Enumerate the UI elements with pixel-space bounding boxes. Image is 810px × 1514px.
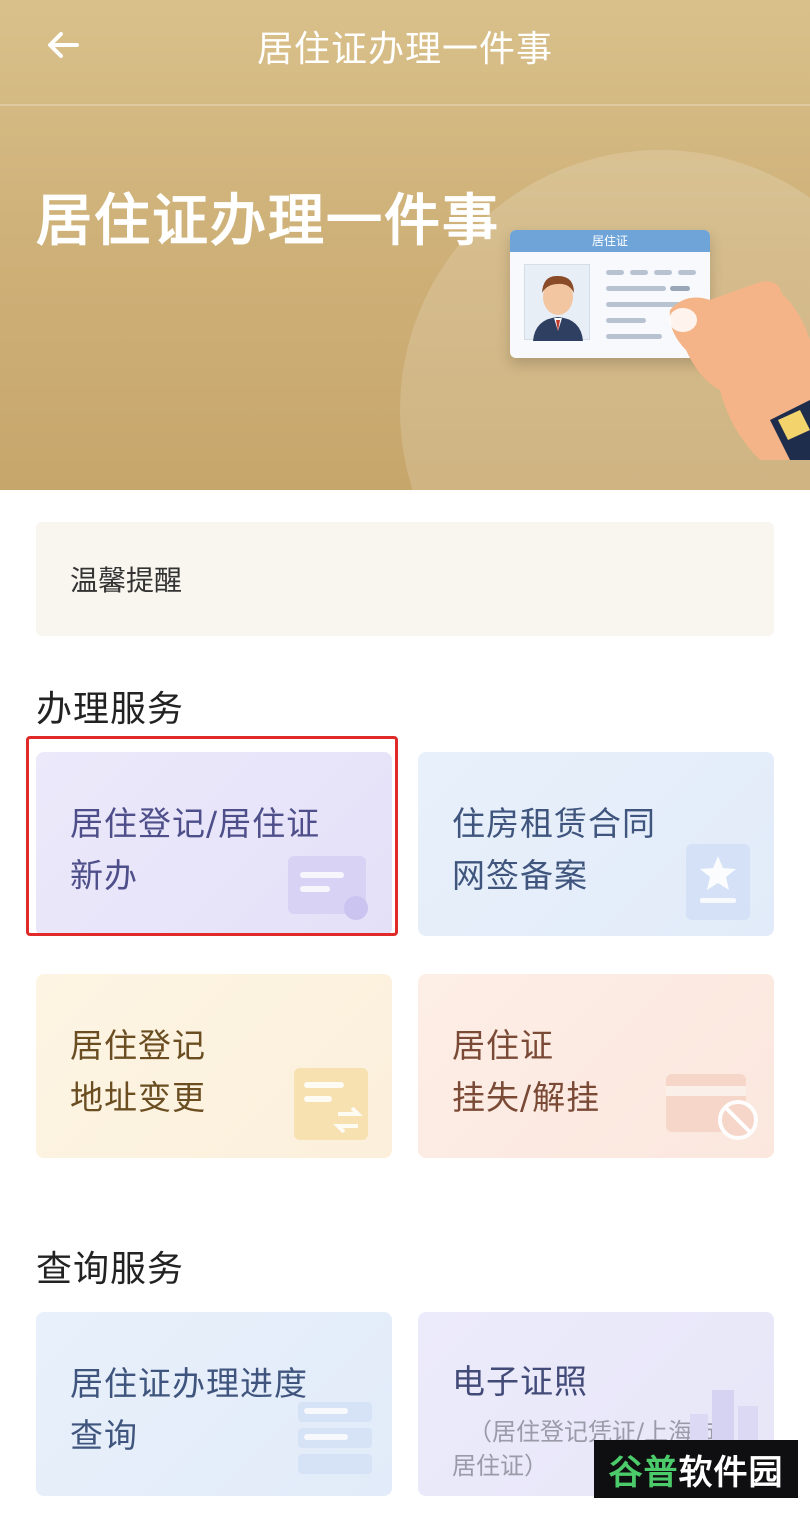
service-card-label: 居住证 挂失/解挂 — [452, 1026, 601, 1117]
service-card-lease-contract[interactable]: 住房租赁合同 网签备案 — [418, 752, 774, 936]
hand-icon — [669, 281, 810, 460]
top-bar: 居住证办理一件事 — [0, 0, 810, 106]
reminder-label: 温馨提醒 — [70, 564, 183, 597]
query-card-subtitle-2: 居住证） — [452, 1452, 548, 1480]
service-card-label: 居住登记 地址变更 — [70, 1026, 206, 1117]
portrait-icon — [524, 264, 590, 341]
service-card-label: 居住登记/居住证 新办 — [70, 804, 321, 895]
banner-title: 居住证办理一件事 — [36, 189, 500, 254]
id-card-label: 居住证 — [510, 230, 710, 252]
queries-section-title: 查询服务 — [36, 1249, 185, 1290]
service-card-report-loss[interactable]: 居住证 挂失/解挂 — [418, 974, 774, 1158]
star-document-icon — [686, 844, 750, 920]
query-card-label: 居住证办理进度 查询 — [70, 1364, 308, 1455]
query-card-progress[interactable]: 居住证办理进度 查询 — [36, 1312, 392, 1496]
service-card-label: 住房租赁合同 网签备案 — [452, 804, 656, 895]
list-document-icon — [298, 1402, 372, 1474]
hero-banner: 居住证办理一件事 居住证办理一件事 居住证 — [0, 0, 810, 490]
blocked-card-icon — [666, 1074, 758, 1140]
service-card-address-change[interactable]: 居住登记 地址变更 — [36, 974, 392, 1158]
swap-document-icon — [294, 1068, 368, 1140]
query-card-label: 电子证照 — [452, 1362, 588, 1401]
service-card-new-registration[interactable]: 居住登记/居住证 新办 — [36, 752, 392, 936]
page-title: 居住证办理一件事 — [256, 29, 553, 70]
watermark-logo: 谷普 软件园 — [594, 1440, 798, 1498]
services-section-title: 办理服务 — [36, 689, 185, 730]
id-card-icon — [288, 856, 368, 920]
reminder-box[interactable]: 温馨提醒 — [36, 522, 774, 636]
